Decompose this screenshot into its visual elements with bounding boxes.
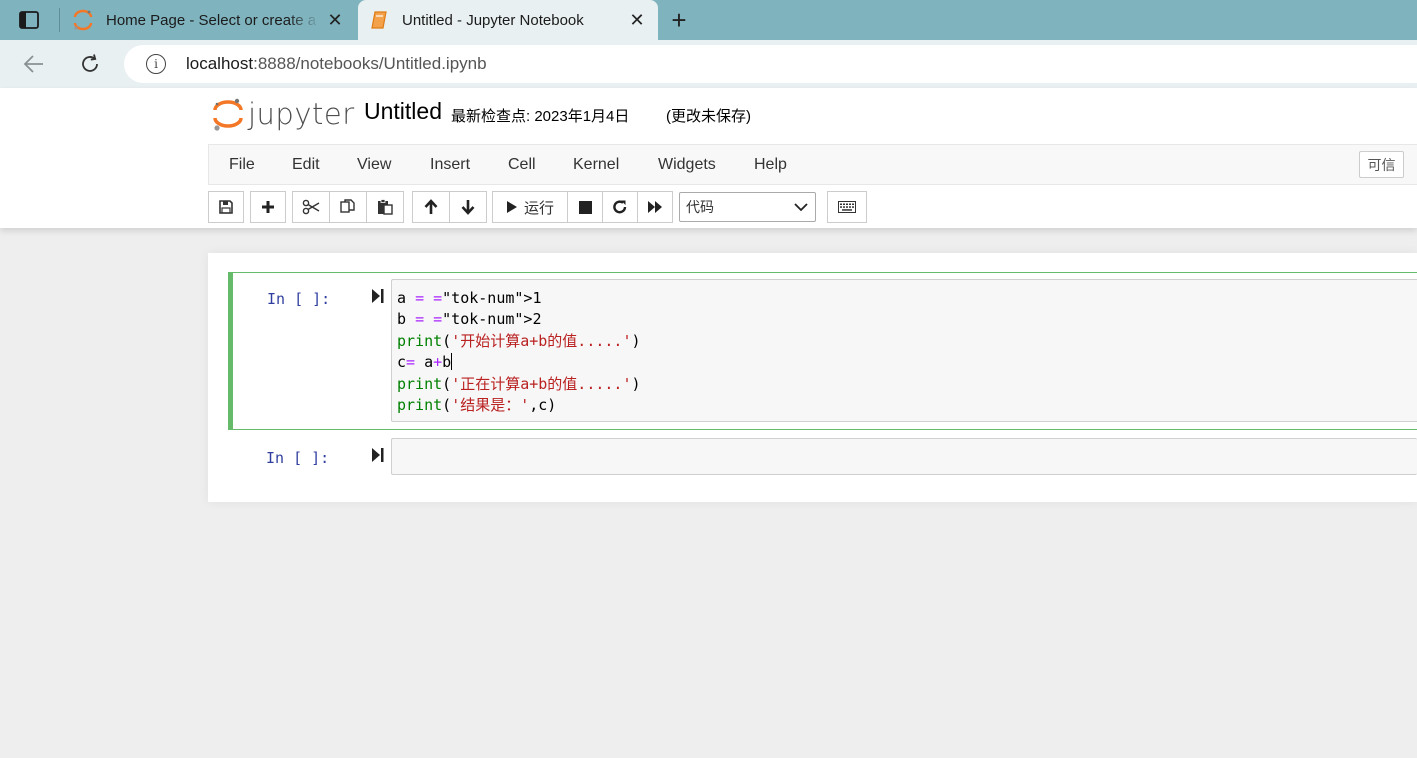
save-button[interactable] bbox=[208, 191, 244, 223]
code-line: print('正在计算a+b的值.....') bbox=[397, 374, 641, 395]
menu-file[interactable]: File bbox=[229, 156, 255, 174]
code-editor[interactable]: a = ="tok-num">1 b = ="tok-num">2 print('开… bbox=[391, 279, 1417, 422]
keyboard-icon bbox=[838, 201, 856, 213]
url-path: :8888/notebooks/Untitled.ipynb bbox=[253, 54, 487, 73]
paste-icon bbox=[378, 199, 393, 215]
insert-cell-button[interactable] bbox=[250, 191, 286, 223]
menu-edit[interactable]: Edit bbox=[292, 156, 320, 174]
back-arrow-icon bbox=[23, 55, 43, 73]
tab-actions-icon bbox=[19, 11, 39, 29]
code-line-0: a = ="tok-num">1 bbox=[397, 289, 542, 307]
play-icon bbox=[506, 201, 517, 213]
site-info-icon[interactable]: i bbox=[146, 54, 166, 74]
jupyter-header: jupyter Untitled 最新检查点: 2023年1月4日 (更改未保存… bbox=[0, 88, 1417, 228]
tab-close-icon[interactable]: ✕ bbox=[622, 5, 652, 35]
browser-tab-notebook[interactable]: Untitled - Jupyter Notebook ✕ bbox=[358, 0, 658, 40]
code-line-4: print('正在计算a+b的值.....') bbox=[397, 374, 641, 393]
restart-kernel-button[interactable] bbox=[602, 191, 638, 223]
paste-cell-button[interactable] bbox=[366, 191, 404, 223]
copy-cell-button[interactable] bbox=[329, 191, 367, 223]
restart-icon bbox=[613, 200, 627, 214]
code-line-5: print('结果是：',c) bbox=[397, 396, 557, 415]
run-label: 运行 bbox=[523, 199, 554, 217]
cell-type-select[interactable]: 代码 bbox=[679, 192, 816, 222]
code-line-3: c= a+b bbox=[397, 353, 452, 372]
new-tab-button[interactable]: + bbox=[664, 5, 694, 35]
interrupt-kernel-button[interactable] bbox=[567, 191, 603, 223]
url-host: localhost bbox=[186, 54, 254, 73]
arrow-down-icon bbox=[461, 200, 475, 215]
code-line: b = ="tok-num">2 bbox=[397, 309, 641, 330]
notebook-favicon-icon bbox=[368, 9, 390, 31]
browser-toolbar: i localhost:8888/notebooks/Untitled.ipyn… bbox=[0, 40, 1417, 88]
reload-button[interactable] bbox=[74, 48, 106, 80]
scissors-icon bbox=[302, 199, 320, 215]
plus-icon bbox=[262, 201, 274, 213]
jupyter-logo-icon bbox=[213, 98, 243, 131]
menu-widgets[interactable]: Widgets bbox=[658, 156, 716, 174]
jupyter-logo-text: jupyter bbox=[248, 97, 355, 131]
notebook-title[interactable]: Untitled bbox=[364, 98, 442, 125]
menu-insert[interactable]: Insert bbox=[430, 156, 470, 174]
trusted-indicator[interactable]: 可信 bbox=[1359, 151, 1404, 178]
code-text[interactable]: a = ="tok-num">1 b = ="tok-num">2 print('开… bbox=[397, 288, 641, 416]
text-cursor bbox=[451, 353, 453, 371]
checkpoint-status: 最新检查点: 2023年1月4日 bbox=[451, 108, 630, 125]
notebook-container: In [ ]: a = ="tok-num">1 b = ="tok-num">2… bbox=[208, 253, 1417, 502]
jupyter-favicon-icon bbox=[72, 9, 94, 31]
copy-icon bbox=[340, 199, 355, 213]
back-button[interactable] bbox=[18, 48, 50, 80]
run-cell-icon[interactable] bbox=[371, 447, 384, 466]
code-line: c= a+b bbox=[397, 352, 641, 373]
menu-kernel[interactable]: Kernel bbox=[573, 156, 619, 174]
cut-cell-button[interactable] bbox=[292, 191, 330, 223]
command-palette-button[interactable] bbox=[827, 191, 867, 223]
chevron-down-icon bbox=[794, 203, 808, 212]
arrow-up-icon bbox=[424, 199, 438, 214]
jupyter-logo[interactable]: jupyter bbox=[212, 96, 355, 132]
url-text: localhost:8888/notebooks/Untitled.ipynb bbox=[186, 54, 487, 74]
menu-help[interactable]: Help bbox=[754, 156, 787, 174]
stop-icon bbox=[578, 200, 592, 214]
tab-close-icon[interactable]: ✕ bbox=[320, 5, 350, 35]
code-line: print('开始计算a+b的值.....') bbox=[397, 331, 641, 352]
menu-view[interactable]: View bbox=[357, 156, 391, 174]
tab-title: Home Page - Select or create a notebook bbox=[106, 11, 320, 29]
code-cell-selected[interactable]: In [ ]: a = ="tok-num">1 b = ="tok-num">2… bbox=[228, 272, 1417, 430]
browser-tab-strip: Home Page - Select or create a notebook … bbox=[0, 0, 1417, 40]
fast-forward-icon bbox=[648, 201, 662, 213]
code-line-1: b = ="tok-num">2 bbox=[397, 310, 542, 329]
tab-title: Untitled - Jupyter Notebook bbox=[402, 11, 584, 29]
autosave-status: (更改未保存) bbox=[666, 108, 751, 125]
code-cell[interactable]: In [ ]: bbox=[228, 438, 1417, 476]
menu-cell[interactable]: Cell bbox=[508, 156, 536, 174]
input-prompt: In [ ]: bbox=[266, 449, 330, 467]
move-cell-up-button[interactable] bbox=[412, 191, 450, 223]
code-line: print('结果是：',c) bbox=[397, 395, 641, 416]
cell-type-value: 代码 bbox=[686, 199, 714, 215]
run-cell-icon[interactable] bbox=[371, 288, 384, 307]
menu-bar: File Edit View Insert Cell Kernel Widget… bbox=[208, 144, 1417, 185]
address-bar[interactable]: i localhost:8888/notebooks/Untitled.ipyn… bbox=[124, 45, 1417, 83]
run-cell-button[interactable]: 运行 bbox=[492, 191, 568, 223]
code-line-2: print('开始计算a+b的值.....') bbox=[397, 331, 641, 350]
tab-actions-menu-button[interactable] bbox=[10, 7, 48, 33]
code-line: a = ="tok-num">1 bbox=[397, 288, 641, 309]
save-icon bbox=[219, 200, 233, 214]
browser-tab-home[interactable]: Home Page - Select or create a notebook … bbox=[62, 0, 356, 40]
reload-icon bbox=[82, 54, 98, 72]
input-prompt: In [ ]: bbox=[267, 290, 331, 308]
code-editor[interactable] bbox=[391, 438, 1417, 475]
tab-separator bbox=[59, 8, 60, 32]
move-cell-down-button[interactable] bbox=[449, 191, 487, 223]
restart-run-all-button[interactable] bbox=[637, 191, 673, 223]
